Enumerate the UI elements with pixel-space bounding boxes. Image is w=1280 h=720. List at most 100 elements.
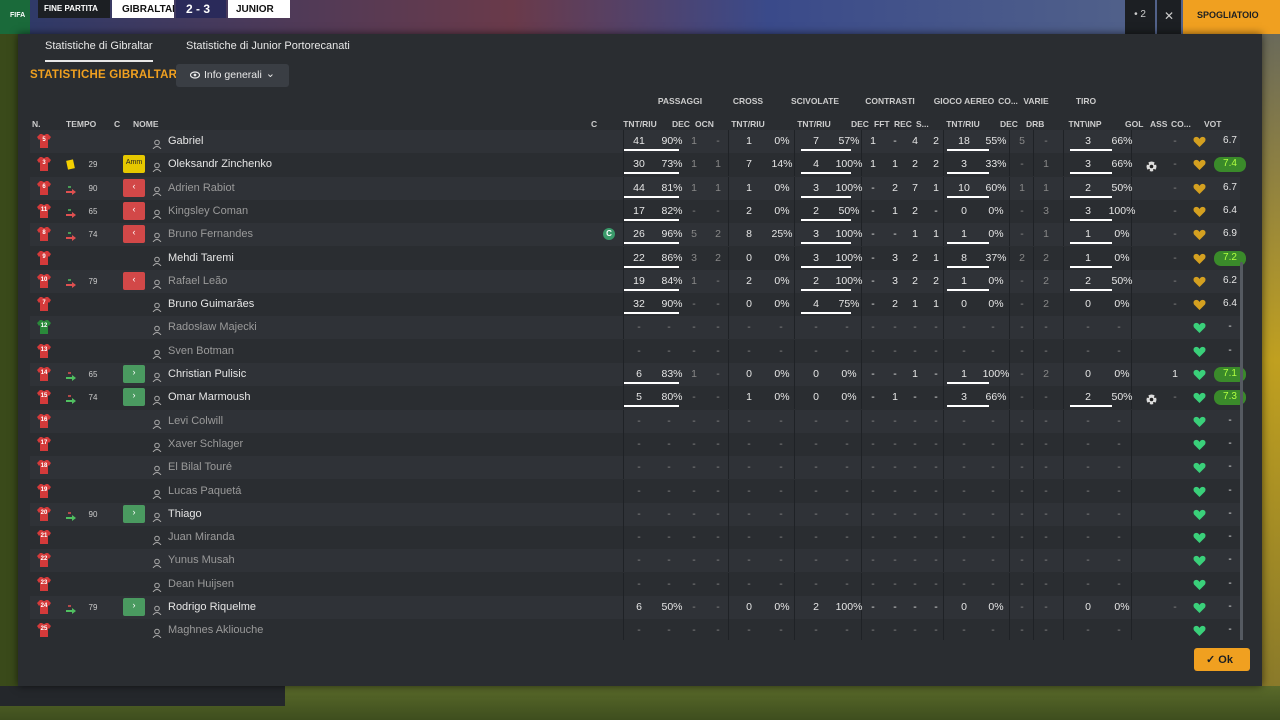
player-name[interactable]: Levi Colwill	[168, 415, 223, 427]
column-separator	[1063, 572, 1064, 596]
player-name[interactable]: Xaver Schlager	[168, 438, 243, 450]
table-row[interactable]: 23 Dean Huijsen - - - - - - - - - - - - - - - - - - -	[30, 572, 1240, 596]
table-row[interactable]: 6 90 ‹ Adrien Rabiot 44 81% 1 1 1 0% 3 100% -2 7 1 10 60…	[30, 176, 1240, 200]
tab-home-stats[interactable]: Statistiche di Gibraltar	[45, 40, 153, 62]
column-separator	[943, 223, 944, 247]
player-name[interactable]: Thiago	[168, 508, 202, 520]
shot-accuracy: 50%	[1111, 274, 1133, 287]
column-separator	[728, 293, 729, 317]
col-header-scivolate-tnt[interactable]: TNT/RIU	[790, 119, 838, 129]
close-icon[interactable]: ✕	[1157, 0, 1181, 34]
person-icon	[152, 136, 162, 150]
scrollbar[interactable]	[1240, 262, 1243, 640]
player-name[interactable]: Gabriel	[168, 135, 203, 147]
table-row[interactable]: 14 65 › Christian Pulisic 6 83% 1 - 0 0% 0 0% - - 1 - 1 1…	[30, 363, 1246, 386]
player-name[interactable]: Christian Pulisic	[168, 368, 246, 380]
column-separator	[861, 619, 862, 640]
view-dropdown[interactable]: Info generali ⌄	[176, 64, 289, 87]
table-row[interactable]: 22 Yunus Musah - - - - - - - - - - - - - - - - - - -	[30, 549, 1240, 573]
player-name[interactable]: Yunus Musah	[168, 554, 235, 566]
col-header-rating[interactable]: VOT	[1204, 119, 1221, 129]
col-header-number[interactable]: N.	[32, 119, 41, 129]
empty-stat: -	[934, 344, 938, 357]
empty-stat: -	[962, 507, 966, 520]
column-separator	[728, 502, 729, 526]
tab-away-stats[interactable]: Statistiche di Junior Portorecanati	[186, 40, 350, 52]
table-row[interactable]: 5 Gabriel 41 90% 1 - 1 0% 7 57% 1 - 4 2 18 55% 5 - 3 66% - 6.…	[30, 130, 1240, 153]
col-header-time[interactable]: TEMPO	[66, 119, 96, 129]
table-row[interactable]: 21 Juan Miranda - - - - - - - - - - - - - - - - - - -	[30, 526, 1240, 550]
player-name[interactable]: Kingsley Coman	[168, 205, 248, 217]
column-separator	[1033, 526, 1034, 550]
table-row[interactable]: 25 Maghnes Akliouche - - - - - - - - - - - - - - - - - - -	[30, 619, 1240, 640]
aerial-bar	[947, 265, 989, 268]
column-separator	[943, 363, 944, 386]
player-name[interactable]: Oleksandr Zinchenko	[168, 158, 272, 170]
assists: -	[1173, 298, 1177, 311]
player-name[interactable]: Mehdi Taremi	[168, 252, 234, 264]
recoveries: 1	[912, 368, 918, 380]
table-row[interactable]: 11 65 ‹ Kingsley Coman 17 82% - -2 0% 2 50% -1 2-0 0%…	[30, 199, 1240, 223]
player-name[interactable]: Lucas Paquetá	[168, 485, 241, 497]
table-row[interactable]: 20 90 › Thiago - - - - - - - - - - - - - - - - - - -	[30, 502, 1240, 526]
player-name[interactable]: Radosław Majecki	[168, 321, 257, 333]
col-header-name[interactable]: NOME	[133, 119, 159, 129]
table-row[interactable]: 7 Bruno Guimarães 32 90% - -0 0% 4 75% -2 1 1 0 0% -2 0…	[30, 293, 1240, 317]
col-header-condition-end[interactable]: CO...	[1171, 119, 1191, 129]
player-name[interactable]: Bruno Guimarães	[168, 298, 254, 310]
empty-stat: -	[1044, 507, 1048, 520]
col-header-goals[interactable]: GOL	[1125, 119, 1143, 129]
column-separator	[1033, 339, 1034, 363]
table-row[interactable]: 19 Lucas Paquetá - - - - - - - - - - - - - - - - - - -	[30, 479, 1240, 503]
col-header-assists[interactable]: ASS	[1150, 119, 1167, 129]
col-header-con-rec[interactable]: REC	[894, 119, 912, 129]
table-row[interactable]: 17 Xaver Schlager - - - - - - - - - - - - - - - - - - -	[30, 432, 1240, 456]
player-name[interactable]: Maghnes Akliouche	[168, 624, 263, 636]
col-header-drb[interactable]: DRB	[1026, 119, 1044, 129]
table-row[interactable]: 12 Radosław Majecki - - - - - - - - - - - - - - - - - - -	[30, 316, 1240, 340]
table-row[interactable]: 24 79 › Rodrigo Riquelme 6 50% - -0 0% 2 100% - - - -0…	[30, 596, 1240, 619]
player-name[interactable]: Sven Botman	[168, 345, 234, 357]
table-row[interactable]: 15 74 › Omar Marmoush 5 80% - -1 0% 0 0% -1- -3 66% - -…	[30, 386, 1246, 410]
player-name[interactable]: Juan Miranda	[168, 531, 235, 543]
pass-chances: 1	[715, 181, 721, 194]
player-name[interactable]: Bruno Fernandes	[168, 228, 253, 240]
col-header-condition[interactable]: C	[114, 119, 120, 129]
col-header-con-s[interactable]: S...	[916, 119, 929, 129]
player-name[interactable]: Rafael Leão	[168, 275, 227, 287]
col-header-pass-ocn[interactable]: OCN	[695, 119, 714, 129]
player-name[interactable]: Dean Huijsen	[168, 578, 234, 590]
col-header-con-dec[interactable]: DEC	[851, 119, 869, 129]
ok-button[interactable]: ✓ Ok	[1194, 648, 1250, 671]
col-header-co-dec[interactable]: DEC	[1000, 119, 1018, 129]
player-name[interactable]: Adrien Rabiot	[168, 182, 235, 194]
assists: -	[1173, 135, 1177, 147]
column-separator	[728, 386, 729, 410]
col-header-pass-tnt[interactable]: TNT/RIU	[616, 119, 664, 129]
empty-stat: -	[637, 461, 641, 474]
col-header-aereo-tnt[interactable]: TNT/RIU	[938, 119, 988, 129]
empty-stat: -	[934, 577, 938, 590]
table-row[interactable]: 13 Sven Botman - - - - - - - - - - - - - - - - - - -	[30, 339, 1240, 363]
player-name[interactable]: Omar Marmoush	[168, 391, 251, 403]
table-row[interactable]: 9 Mehdi Taremi 22 86% 3 2 0 0% 3 100% -3 2 1 8 37% 2 2 1 0…	[30, 246, 1246, 270]
player-name[interactable]: El Bilal Touré	[168, 461, 232, 473]
table-row[interactable]: 16 Levi Colwill - - - - - - - - - - - - - - - - - - -	[30, 409, 1240, 433]
tackle-attempts: 2	[813, 601, 819, 613]
aerial-bar	[947, 242, 989, 245]
table-row[interactable]: 18 El Bilal Touré - - - - - - - - - - - - - - - - - - -	[30, 456, 1240, 480]
table-row[interactable]: 8 74 ‹ Bruno Fernandes C 26 96% 5 2 8 25% 3 100% - -1 1…	[30, 223, 1240, 247]
col-header-captain[interactable]: C	[591, 119, 597, 129]
column-separator	[1009, 316, 1010, 340]
col-header-cross-tnt[interactable]: TNT/RIU	[724, 119, 772, 129]
notifications-button[interactable]: • 2	[1125, 0, 1155, 34]
col-header-tiro-tnt[interactable]: TNT\INP	[1061, 119, 1109, 129]
col-header-con-fft[interactable]: FFT	[874, 119, 890, 129]
shirt-number: 16	[40, 416, 48, 423]
dressing-room-button[interactable]: SPOGLIATOIO	[1183, 0, 1280, 34]
table-row[interactable]: 3 29 Amm Oleksandr Zinchenko 30 73% 1 1 7 14% 4 100…	[30, 153, 1246, 177]
table-row[interactable]: 10 79 ‹ Rafael Leão 19 84% 1-2 0% 2 100% -3 2 2 1 0% -2…	[30, 269, 1240, 293]
col-header-pass-dec[interactable]: DEC	[672, 119, 690, 129]
player-name[interactable]: Rodrigo Riquelme	[168, 601, 256, 613]
column-separator	[794, 502, 795, 526]
